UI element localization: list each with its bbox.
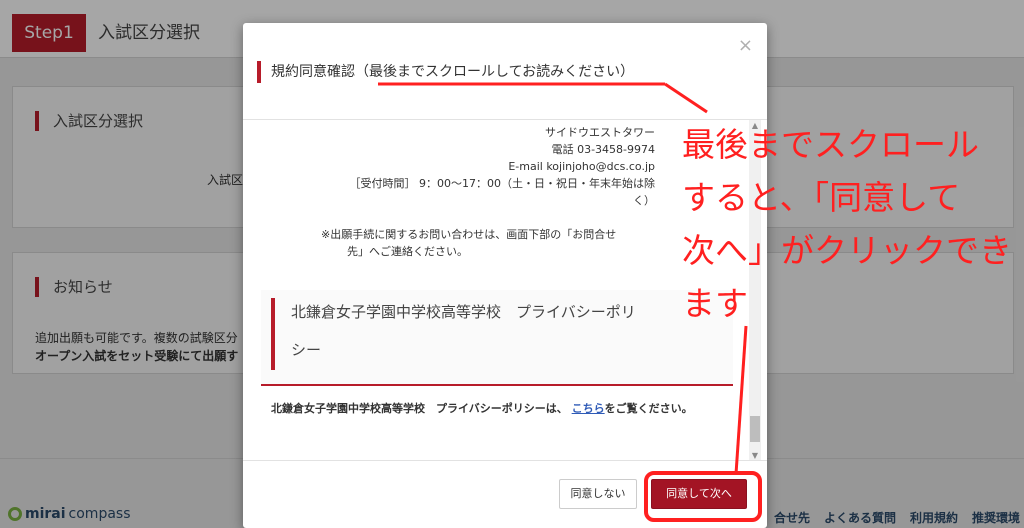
disagree-button[interactable]: 同意しない xyxy=(559,479,637,509)
contact-address: サイドウエストタワー 電話 03-3458-9974 E-mail kojinj… xyxy=(350,124,656,209)
privacy-heading-line-2: シー xyxy=(291,341,322,359)
inquiry-note-line-1: ※出願手続に関するお問い合わせは、画面下部の「お問合せ xyxy=(321,228,617,241)
privacy-policy-text: 北鎌倉女子学園中学校高等学校 プライバシーポリシーは、 こちらをご覧ください。 xyxy=(271,400,721,417)
reception-hours-cont: く） xyxy=(633,194,655,207)
privacy-policy-heading: 北鎌倉女子学園中学校高等学校 プライバシーポリ シー xyxy=(271,298,723,370)
annotation-line-3: 次へ」がクリックでき xyxy=(682,231,1012,270)
privacy-policy-section: 北鎌倉女子学園中学校高等学校 プライバシーポリ シー xyxy=(261,290,733,386)
address-line: サイドウエストタワー xyxy=(545,126,655,139)
scroll-down-icon[interactable]: ▼ xyxy=(749,450,761,460)
modal-title: 規約同意確認（最後までスクロールしてお読みください） xyxy=(257,61,634,83)
annotation-instruction: 最後までスクロール すると、「同意して 次へ」がクリックでき ます xyxy=(682,118,1024,330)
agree-and-next-button[interactable]: 同意して次へ xyxy=(651,479,747,509)
privacy-heading-line-1: 北鎌倉女子学園中学校高等学校 プライバシーポリ xyxy=(291,303,636,321)
close-icon[interactable]: × xyxy=(738,35,753,56)
reception-hours: ［受付時間］ 9：00〜17：00（土・日・祝日・年末年始は除 xyxy=(349,177,656,190)
privacy-policy-link[interactable]: こちら xyxy=(572,402,605,415)
address-email: E-mail kojinjoho@dcs.co.jp xyxy=(508,160,655,173)
annotation-line-4: ます xyxy=(682,284,748,323)
inquiry-note: ※出願手続に関するお問い合わせは、画面下部の「お問合せ 先」へご連絡ください。 xyxy=(321,226,661,260)
address-phone: 電話 03-3458-9974 xyxy=(551,143,655,156)
privacy-text-before: 北鎌倉女子学園中学校高等学校 プライバシーポリシーは、 xyxy=(271,402,568,415)
annotation-line-1: 最後までスクロール xyxy=(682,125,979,164)
annotation-line-2: すると、「同意して xyxy=(682,178,961,217)
privacy-text-after: をご覧ください。 xyxy=(604,402,693,415)
inquiry-note-line-2: 先」へご連絡ください。 xyxy=(347,245,468,258)
scrollbar-thumb[interactable] xyxy=(750,416,760,442)
